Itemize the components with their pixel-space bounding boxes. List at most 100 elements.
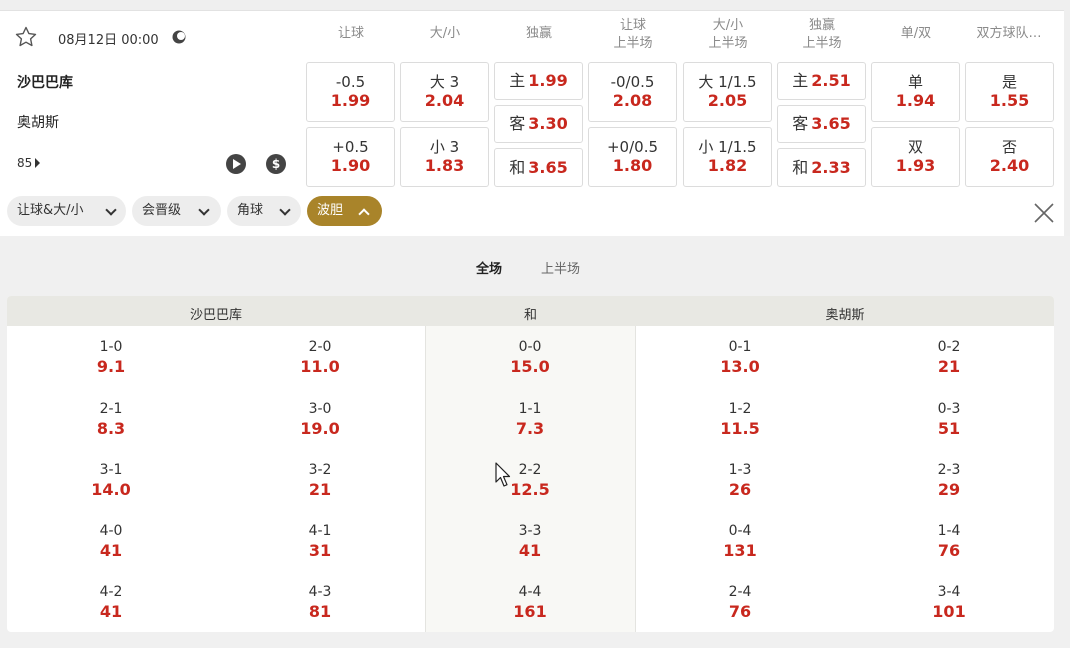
- score-odds: 81: [308, 602, 332, 621]
- score-cell[interactable]: 0-4 131: [695, 522, 785, 561]
- score-cell[interactable]: 3-0 19.0: [275, 400, 365, 439]
- top-strip: [0, 0, 1070, 7]
- score-odds: 11.0: [300, 357, 340, 376]
- odds-btts-no[interactable]: 否 2.40: [965, 127, 1054, 187]
- away-team-name: 奥胡斯: [17, 115, 59, 131]
- score-cell[interactable]: 2-4 76: [695, 583, 785, 622]
- score-odds: 21: [937, 357, 961, 376]
- score-odds: 76: [937, 541, 961, 560]
- score-cell[interactable]: 2-3 29: [904, 461, 994, 500]
- odds-handicap-h1-home[interactable]: -0/0.5 2.08: [588, 62, 677, 122]
- score-label: 4-4: [518, 584, 542, 600]
- odds-over-h1[interactable]: 大 1/1.5 2.05: [683, 62, 772, 122]
- odds-1x2-home[interactable]: 主 1.99: [494, 62, 583, 100]
- score-cell[interactable]: 4-2 41: [66, 583, 156, 622]
- play-icon[interactable]: [226, 154, 246, 174]
- score-label: 0-4: [728, 523, 752, 539]
- score-odds: 7.3: [515, 419, 545, 438]
- chevron-down-icon: [105, 204, 117, 216]
- score-cell[interactable]: 0-1 13.0: [695, 338, 785, 377]
- score-cell[interactable]: 3-4 101: [904, 583, 994, 622]
- score-grid: 沙巴巴库 和 奥胡斯 1-0 9.1 2-0 11.0 0-0 15.0 0-1 13.0 0-…: [7, 296, 1054, 632]
- score-label: 0-2: [937, 339, 961, 355]
- col-head-handicap-h1: 让球 上半场: [613, 18, 653, 51]
- score-odds: 51: [937, 419, 961, 438]
- match-panel: 08月12日 00:00 让球 大/小 独赢 让球 上半场 大/小 上半场 独赢 上半…: [0, 10, 1064, 236]
- score-label: 1-2: [728, 401, 752, 417]
- score-label: 3-0: [308, 401, 332, 417]
- chevron-down-icon: [279, 204, 291, 216]
- caret-right-icon: [35, 158, 41, 168]
- star-icon[interactable]: [14, 25, 38, 49]
- odds-odd[interactable]: 单 1.94: [871, 62, 960, 122]
- score-label: 2-3: [937, 462, 961, 478]
- odds-over[interactable]: 大 3 2.04: [400, 62, 489, 122]
- dollar-icon[interactable]: $: [266, 154, 286, 174]
- header-home: 沙巴巴库: [189, 308, 242, 323]
- score-cell[interactable]: 1-0 9.1: [66, 338, 156, 377]
- score-label: 4-2: [99, 584, 123, 600]
- score-cell[interactable]: 0-2 21: [904, 338, 994, 377]
- score-odds: 8.3: [96, 419, 126, 438]
- score-cell[interactable]: 4-4 161: [485, 583, 575, 622]
- score-cell[interactable]: 1-1 7.3: [485, 400, 575, 439]
- score-label: 4-0: [99, 523, 123, 539]
- score-odds: 76: [728, 602, 752, 621]
- score-odds: 9.1: [96, 357, 126, 376]
- odds-handicap-h1-away[interactable]: +0/0.5 1.80: [588, 127, 677, 187]
- filter-advance[interactable]: 会晋级: [132, 196, 221, 226]
- score-cell[interactable]: 1-2 11.5: [695, 400, 785, 439]
- filter-correct-score[interactable]: 波胆: [307, 196, 382, 226]
- odds-1x2-h1-home[interactable]: 主 2.51: [777, 62, 866, 100]
- match-minute[interactable]: 85: [17, 156, 41, 170]
- score-cell[interactable]: 3-1 14.0: [66, 461, 156, 500]
- score-cell[interactable]: 4-3 81: [275, 583, 365, 622]
- odds-1x2-away[interactable]: 客 3.30: [494, 105, 583, 143]
- score-cell[interactable]: 4-0 41: [66, 522, 156, 561]
- score-cell[interactable]: 1-4 76: [904, 522, 994, 561]
- odds-handicap-away[interactable]: +0.5 1.90: [306, 127, 395, 187]
- score-odds: 13.0: [720, 357, 760, 376]
- score-cell[interactable]: 3-3 41: [485, 522, 575, 561]
- odds-1x2-h1-away[interactable]: 客 3.65: [777, 105, 866, 143]
- score-cell[interactable]: 4-1 31: [275, 522, 365, 561]
- score-label: 1-3: [728, 462, 752, 478]
- odds-under[interactable]: 小 3 1.83: [400, 127, 489, 187]
- tab-first-half[interactable]: 上半场: [541, 258, 580, 277]
- odds-1x2-draw[interactable]: 和 3.65: [494, 148, 583, 187]
- home-team-name: 沙巴巴库: [17, 75, 73, 91]
- score-label: 1-0: [99, 339, 123, 355]
- score-cell[interactable]: 0-0 15.0: [485, 338, 575, 377]
- filter-corners[interactable]: 角球: [227, 196, 301, 226]
- tab-full-time[interactable]: 全场: [476, 258, 502, 277]
- odds-btts-yes[interactable]: 是 1.55: [965, 62, 1054, 122]
- score-odds: 26: [728, 480, 752, 499]
- score-label: 1-4: [937, 523, 961, 539]
- score-odds: 161: [513, 602, 547, 621]
- chevron-down-icon: [198, 204, 210, 216]
- score-grid-header: 沙巴巴库 和 奥胡斯: [7, 296, 1054, 326]
- odds-handicap-home[interactable]: -0.5 1.99: [306, 62, 395, 122]
- score-cell[interactable]: 2-0 11.0: [275, 338, 365, 377]
- score-label: 0-1: [728, 339, 752, 355]
- close-icon[interactable]: [1032, 201, 1056, 225]
- score-label: 3-3: [518, 523, 542, 539]
- score-cell[interactable]: 0-3 51: [904, 400, 994, 439]
- filter-handicap-ou[interactable]: 让球&大/小: [7, 196, 126, 226]
- correct-score-section: 全场 上半场 沙巴巴库 和 奥胡斯 1-0 9.1 2-0 11.0 0-0 15.0 0-…: [0, 236, 1070, 648]
- odds-under-h1[interactable]: 小 1/1.5 1.82: [683, 127, 772, 187]
- score-odds: 29: [937, 480, 961, 499]
- score-label: 3-2: [308, 462, 332, 478]
- score-label: 2-4: [728, 584, 752, 600]
- col-head-over-under: 大/小: [429, 26, 461, 41]
- mouse-cursor-icon: [495, 462, 511, 487]
- header-draw: 和: [523, 308, 537, 323]
- odds-1x2-h1-draw[interactable]: 和 2.33: [777, 148, 866, 187]
- score-cell[interactable]: 3-2 21: [275, 461, 365, 500]
- score-label: 4-1: [308, 523, 332, 539]
- score-cell[interactable]: 1-3 26: [695, 461, 785, 500]
- col-head-over-under-h1: 大/小 上半场: [708, 18, 748, 51]
- odds-even[interactable]: 双 1.93: [871, 127, 960, 187]
- score-cell[interactable]: 2-1 8.3: [66, 400, 156, 439]
- score-odds: 131: [723, 541, 757, 560]
